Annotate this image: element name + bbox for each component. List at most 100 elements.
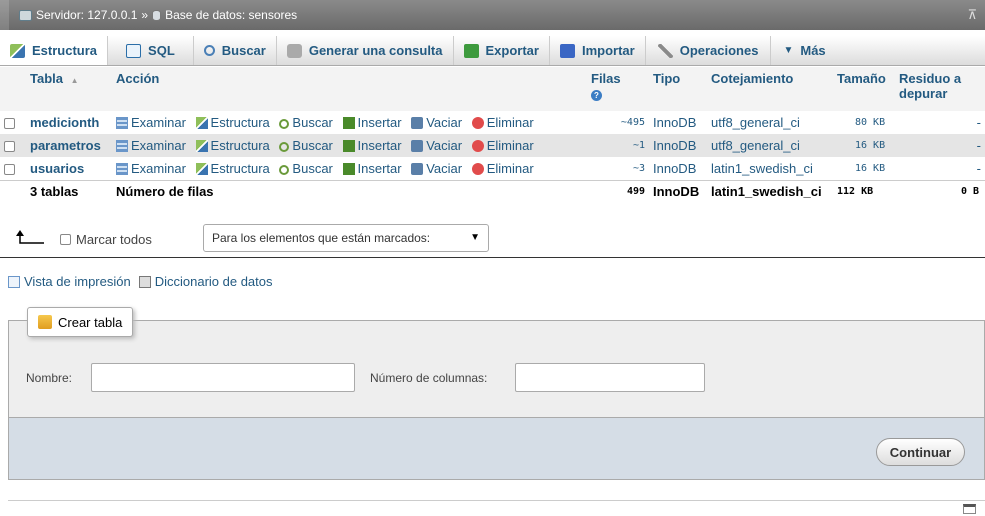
browse-icon: [116, 117, 128, 129]
help-icon[interactable]: ?: [591, 90, 602, 101]
create-table-legend: Crear tabla: [27, 307, 134, 337]
row-checkbox[interactable]: [4, 141, 15, 153]
tab-importar[interactable]: Importar: [550, 36, 646, 65]
search-action[interactable]: Buscar: [279, 115, 333, 130]
data-dictionary-link[interactable]: Diccionario de datos: [155, 274, 273, 289]
row-actions: Examinar Estructura Buscar Insertar Vaci…: [112, 111, 587, 134]
drop-label[interactable]: Eliminar: [487, 115, 534, 130]
size[interactable]: 16 KB: [833, 134, 895, 157]
drop-label[interactable]: Eliminar: [487, 161, 534, 176]
mark-all-checkbox[interactable]: [60, 234, 71, 245]
structure-label[interactable]: Estructura: [211, 115, 270, 130]
column-header-residuo[interactable]: Residuo a depurar: [895, 67, 985, 111]
column-header-filas[interactable]: Filas ?: [587, 67, 649, 111]
print-view-link[interactable]: Vista de impresión: [24, 274, 131, 289]
overhead: -: [895, 157, 985, 180]
structure-action[interactable]: Estructura: [195, 115, 270, 130]
search-label[interactable]: Buscar: [292, 161, 332, 176]
tab-bar: Estructura SQL Buscar Generar una consul…: [0, 36, 985, 66]
overhead: -: [895, 134, 985, 157]
column-header-cotejamiento[interactable]: Cotejamiento: [707, 67, 833, 111]
table-name-input[interactable]: [91, 363, 355, 392]
table-name-link[interactable]: parametros: [26, 134, 112, 157]
column-header-filas-label[interactable]: Filas: [591, 71, 621, 86]
empty-label[interactable]: Vaciar: [426, 138, 462, 153]
form-actions: [9, 417, 984, 479]
search-action[interactable]: Buscar: [279, 138, 333, 153]
empty-label[interactable]: Vaciar: [426, 161, 462, 176]
breadcrumb-server-label[interactable]: Servidor: 127.0.0.1: [36, 8, 137, 22]
row-count: ~495: [587, 111, 649, 134]
mark-all-label[interactable]: Marcar todos: [76, 232, 152, 247]
tab-operaciones[interactable]: Operaciones: [646, 36, 772, 65]
name-label: Nombre:: [26, 371, 73, 385]
tab-buscar[interactable]: Buscar: [194, 36, 277, 65]
tab-label: Operaciones: [679, 43, 759, 58]
breadcrumb-db-label[interactable]: Base de datos: sensores: [165, 8, 297, 22]
structure-label[interactable]: Estructura: [211, 161, 270, 176]
search-action[interactable]: Buscar: [279, 161, 333, 176]
collapse-icon[interactable]: ⊼: [967, 7, 977, 23]
column-count-input[interactable]: [515, 363, 705, 392]
console-toggle-icon[interactable]: [963, 504, 976, 514]
insert-icon: [342, 117, 355, 129]
browse-action[interactable]: Examinar: [116, 115, 186, 130]
insert-action[interactable]: Insertar: [342, 161, 402, 176]
tab-mas[interactable]: ▼ Más: [771, 36, 837, 65]
insert-label[interactable]: Insertar: [358, 161, 402, 176]
create-table-form: Crear tabla Nombre: Número de columnas: …: [8, 307, 985, 480]
query-icon: [286, 43, 302, 58]
structure-action[interactable]: Estructura: [195, 161, 270, 176]
size[interactable]: 80 KB: [833, 111, 895, 134]
insert-label[interactable]: Insertar: [358, 138, 402, 153]
table-name-link[interactable]: medicionth: [26, 111, 112, 134]
browse-label[interactable]: Examinar: [131, 161, 186, 176]
column-header-tamano[interactable]: Tamaño: [833, 67, 895, 111]
browse-action[interactable]: Examinar: [116, 161, 186, 176]
drop-action[interactable]: Eliminar: [471, 115, 534, 130]
drop-action[interactable]: Eliminar: [471, 138, 534, 153]
column-header-tipo[interactable]: Tipo: [649, 67, 707, 111]
search-label[interactable]: Buscar: [292, 115, 332, 130]
column-header-tabla[interactable]: Tabla ▲: [26, 67, 112, 111]
summary-size: 112 KB: [833, 179, 895, 203]
tab-exportar[interactable]: Exportar: [454, 36, 550, 65]
continue-button[interactable]: Continuar: [876, 438, 965, 466]
breadcrumb: Servidor: 127.0.0.1 » Base de datos: sen…: [0, 0, 985, 30]
row-count: ~1: [587, 134, 649, 157]
column-header-tabla-label[interactable]: Tabla: [30, 71, 63, 86]
structure-icon: [10, 43, 25, 58]
tab-estructura[interactable]: Estructura: [0, 36, 109, 65]
tab-generar-consulta[interactable]: Generar una consulta: [277, 36, 454, 65]
with-selected-dropdown[interactable]: Para los elementos que están marcados: ▼: [203, 224, 489, 252]
search-icon: [279, 142, 290, 152]
insert-label[interactable]: Insertar: [358, 115, 402, 130]
breadcrumb-server[interactable]: Servidor: 127.0.0.1: [19, 8, 137, 22]
tab-sql[interactable]: SQL: [108, 36, 194, 65]
size[interactable]: 16 KB: [833, 157, 895, 180]
insert-action[interactable]: Insertar: [342, 115, 402, 130]
summary-label: Número de filas: [112, 179, 587, 203]
structure-icon: [195, 117, 208, 129]
empty-action[interactable]: Vaciar: [411, 161, 462, 176]
structure-action[interactable]: Estructura: [195, 138, 270, 153]
summary-table-count: 3 tablas: [26, 179, 112, 203]
table-name-link[interactable]: usuarios: [26, 157, 112, 180]
browse-label[interactable]: Examinar: [131, 138, 186, 153]
browse-action[interactable]: Examinar: [116, 138, 186, 153]
empty-action[interactable]: Vaciar: [411, 138, 462, 153]
empty-action[interactable]: Vaciar: [411, 115, 462, 130]
engine-type: InnoDB: [649, 134, 707, 157]
breadcrumb-database[interactable]: Base de datos: sensores: [152, 8, 297, 22]
row-checkbox[interactable]: [4, 118, 15, 130]
drop-action[interactable]: Eliminar: [471, 161, 534, 176]
structure-label[interactable]: Estructura: [211, 138, 270, 153]
search-label[interactable]: Buscar: [292, 138, 332, 153]
drop-label[interactable]: Eliminar: [487, 138, 534, 153]
arrow-up-icon: [16, 230, 44, 244]
browse-label[interactable]: Examinar: [131, 115, 186, 130]
row-checkbox[interactable]: [4, 163, 15, 175]
empty-label[interactable]: Vaciar: [426, 115, 462, 130]
tab-label: SQL: [148, 43, 175, 58]
insert-action[interactable]: Insertar: [342, 138, 402, 153]
